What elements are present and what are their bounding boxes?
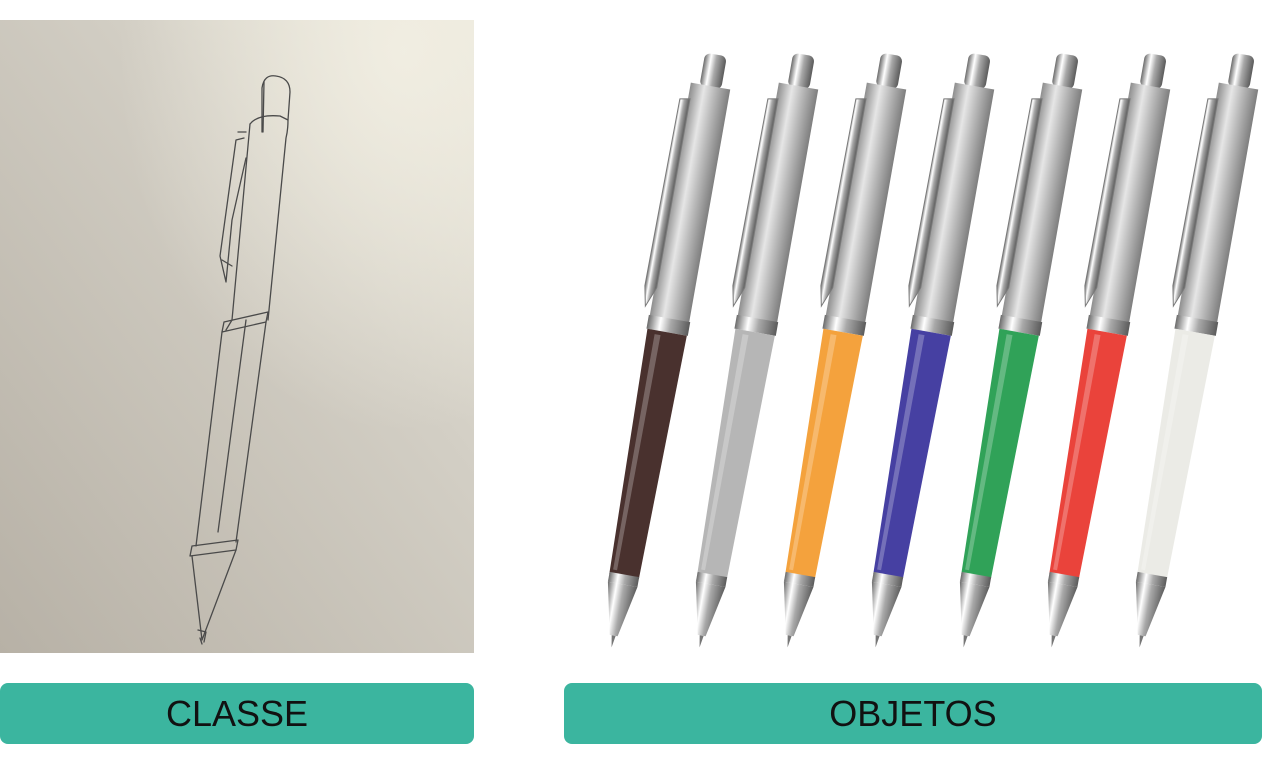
sketch-image: [0, 20, 474, 653]
classe-label: CLASSE: [0, 683, 474, 744]
pens-row-icon: [607, 53, 1259, 648]
objetos-label: OBJETOS: [564, 683, 1262, 744]
pen-sketch-icon: [0, 20, 474, 653]
pens-image: [564, 20, 1262, 670]
